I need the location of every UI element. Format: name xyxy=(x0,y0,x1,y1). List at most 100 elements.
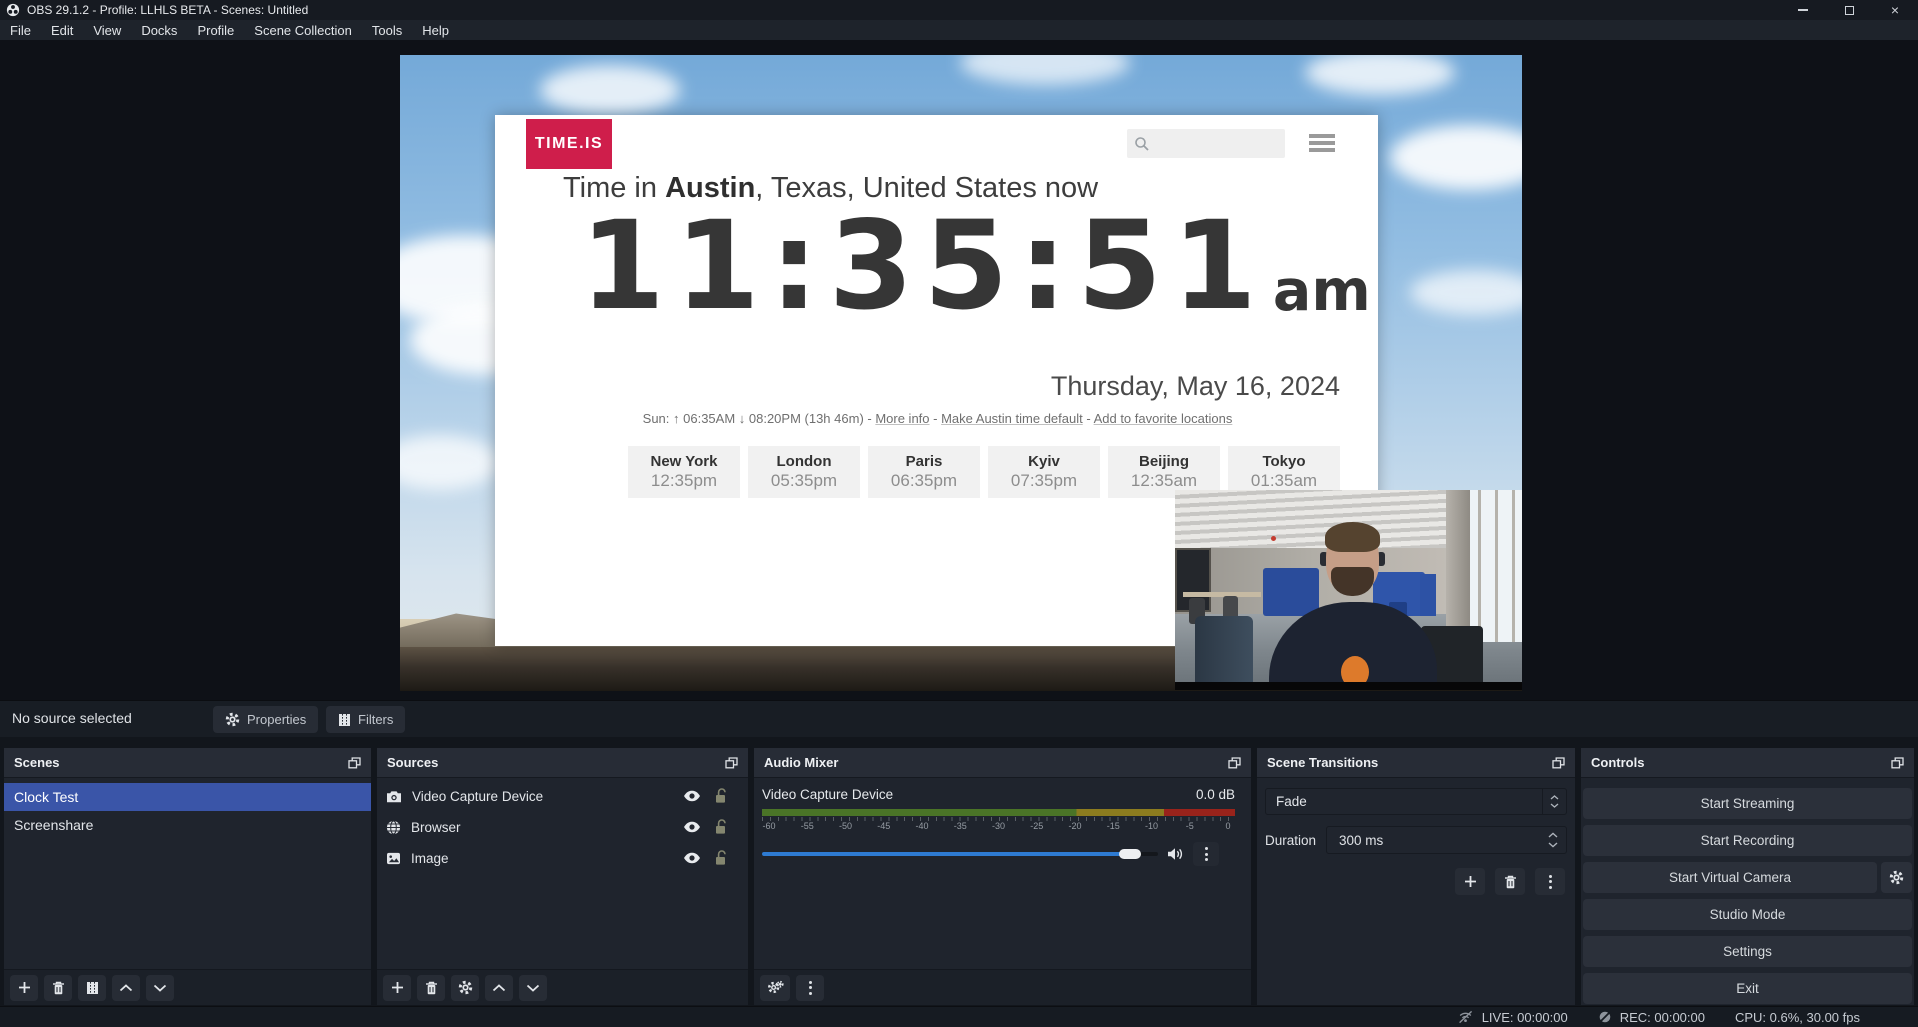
add-source-button[interactable] xyxy=(383,975,411,1001)
eye-visible-icon[interactable] xyxy=(683,852,701,864)
duration-spinbox[interactable]: 300 ms xyxy=(1326,826,1567,854)
lock-open-icon[interactable] xyxy=(714,850,727,866)
sun-sep: - xyxy=(930,411,942,426)
scene-transitions-dock: Scene Transitions Fade Duration 300 ms xyxy=(1257,748,1575,1005)
filters-button[interactable]: Filters xyxy=(326,706,405,733)
city-time: 12:35pm xyxy=(651,471,717,491)
scenes-title: Scenes xyxy=(14,755,60,770)
add-scene-button[interactable] xyxy=(10,975,38,1001)
webcam-alarm-light xyxy=(1271,536,1276,541)
popout-icon[interactable] xyxy=(1891,757,1904,769)
chevron-up-icon xyxy=(1550,795,1559,800)
scene-filters-button[interactable] xyxy=(78,975,106,1001)
minimize-icon xyxy=(1798,9,1808,11)
menu-tools[interactable]: Tools xyxy=(362,20,412,40)
start-recording-button[interactable]: Start Recording xyxy=(1583,825,1912,856)
move-scene-up-button[interactable] xyxy=(112,975,140,1001)
sources-dock: Sources Video Capture Device Browser xyxy=(377,748,748,1005)
source-properties-button[interactable] xyxy=(451,975,479,1001)
remove-source-button[interactable] xyxy=(417,975,445,1001)
volume-slider-handle[interactable] xyxy=(1119,849,1141,859)
combo-spinner[interactable] xyxy=(1542,789,1566,814)
menu-profile[interactable]: Profile xyxy=(187,20,244,40)
city-name: Beijing xyxy=(1139,453,1189,470)
properties-button[interactable]: Properties xyxy=(213,706,318,733)
eye-visible-icon[interactable] xyxy=(683,790,701,802)
source-context-bar: No source selected Properties Filters xyxy=(0,700,1918,737)
lock-open-icon[interactable] xyxy=(714,819,727,835)
volume-slider[interactable] xyxy=(762,852,1158,856)
city-time: 01:35am xyxy=(1251,471,1317,491)
menu-docks[interactable]: Docks xyxy=(131,20,187,40)
tick-label: -10 xyxy=(1141,821,1163,831)
menu-help[interactable]: Help xyxy=(412,20,459,40)
mixer-menu-button[interactable] xyxy=(796,975,824,1001)
volume-meter xyxy=(762,809,1235,816)
transition-select[interactable]: Fade xyxy=(1265,788,1567,815)
no-source-selected-label: No source selected xyxy=(12,710,132,726)
source-item-image[interactable]: Image xyxy=(377,845,748,871)
menu-view[interactable]: View xyxy=(83,20,131,40)
popout-icon[interactable] xyxy=(348,757,361,769)
move-scene-down-button[interactable] xyxy=(146,975,174,1001)
exit-button[interactable]: Exit xyxy=(1583,973,1912,1004)
city-name: Paris xyxy=(906,453,943,470)
move-source-up-button[interactable] xyxy=(485,975,513,1001)
webcam-foreground-chair xyxy=(1195,616,1253,682)
remove-scene-button[interactable] xyxy=(44,975,72,1001)
hamburger-menu-icon xyxy=(1309,134,1335,152)
chevron-up-icon xyxy=(119,984,133,992)
minimize-button[interactable] xyxy=(1780,0,1826,20)
virtual-camera-row: Start Virtual Camera xyxy=(1583,862,1912,893)
obs-logo-icon xyxy=(6,3,20,17)
speaker-icon[interactable] xyxy=(1167,847,1184,861)
scene-item-screenshare[interactable]: Screenshare xyxy=(4,811,371,839)
mixer-channel-menu-button[interactable] xyxy=(1193,842,1219,866)
maximize-button[interactable] xyxy=(1826,0,1872,20)
trash-icon xyxy=(52,981,65,995)
preview-area: TIME.IS Time in Austin, Texas, United St… xyxy=(0,40,1918,700)
source-row-controls xyxy=(683,788,739,804)
window-title: OBS 29.1.2 - Profile: LLHLS BETA - Scene… xyxy=(27,3,308,17)
remove-transition-button[interactable] xyxy=(1495,868,1525,895)
start-virtual-camera-button[interactable]: Start Virtual Camera xyxy=(1583,862,1877,893)
lock-open-icon[interactable] xyxy=(714,788,727,804)
studio-mode-button[interactable]: Studio Mode xyxy=(1583,899,1912,930)
city-time: 12:35am xyxy=(1131,471,1197,491)
eye-visible-icon[interactable] xyxy=(683,821,701,833)
source-item-browser[interactable]: Browser xyxy=(377,814,748,840)
add-transition-button[interactable] xyxy=(1455,868,1485,895)
virtual-camera-settings-button[interactable] xyxy=(1881,862,1912,893)
popout-icon[interactable] xyxy=(725,757,738,769)
close-button[interactable]: × xyxy=(1872,0,1918,20)
move-source-down-button[interactable] xyxy=(519,975,547,1001)
settings-button[interactable]: Settings xyxy=(1583,936,1912,967)
scenes-header: Scenes xyxy=(4,748,371,778)
tick-label: -45 xyxy=(873,821,895,831)
popout-icon[interactable] xyxy=(1228,757,1241,769)
menu-edit[interactable]: Edit xyxy=(41,20,83,40)
menu-file[interactable]: File xyxy=(0,20,41,40)
city-card: Paris06:35pm xyxy=(868,446,980,498)
sources-toolbar xyxy=(377,969,748,1005)
popout-icon[interactable] xyxy=(1552,757,1565,769)
transitions-header: Scene Transitions xyxy=(1257,748,1575,778)
controls-title: Controls xyxy=(1591,755,1644,770)
cpu-fps-status: CPU: 0.6%, 30.00 fps xyxy=(1735,1010,1860,1025)
properties-label: Properties xyxy=(247,712,306,727)
scene-item-clock-test[interactable]: Clock Test xyxy=(4,783,371,811)
program-preview-canvas[interactable]: TIME.IS Time in Austin, Texas, United St… xyxy=(400,55,1522,691)
city-card: London05:35pm xyxy=(748,446,860,498)
start-streaming-button[interactable]: Start Streaming xyxy=(1583,788,1912,819)
webcam-blue-partition xyxy=(1420,574,1436,616)
source-label: Browser xyxy=(411,820,461,835)
live-status: LIVE: 00:00:00 xyxy=(1457,1010,1568,1025)
source-item-video-capture[interactable]: Video Capture Device xyxy=(377,783,748,809)
maximize-icon xyxy=(1845,6,1854,15)
clock-digits: 11:35:51 xyxy=(580,205,1267,327)
make-default-link: Make Austin time default xyxy=(941,411,1083,426)
advanced-audio-button[interactable] xyxy=(760,975,790,1001)
menu-scene-collection[interactable]: Scene Collection xyxy=(244,20,362,40)
duration-spinner[interactable] xyxy=(1548,832,1558,848)
transition-menu-button[interactable] xyxy=(1535,868,1565,895)
